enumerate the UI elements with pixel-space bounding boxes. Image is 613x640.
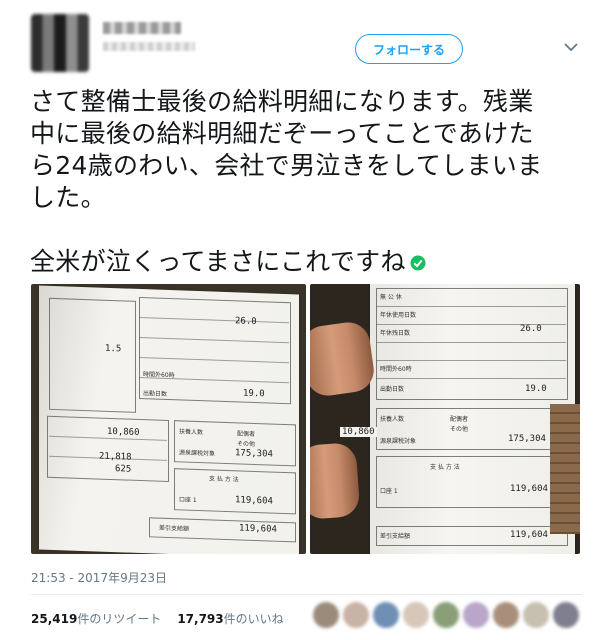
- taxable-amount-value: 175,304: [235, 448, 273, 460]
- workdays-value: 19.0: [525, 384, 547, 394]
- photo-right[interactable]: 無 公 休 年休使用日数 年休残日数 時間外60時 出勤日数 26.0 19.0…: [310, 284, 580, 554]
- sheet-label: 扶養人数: [380, 416, 405, 423]
- sheet-label: 配偶者: [237, 430, 256, 439]
- thumb: [310, 442, 361, 520]
- chevron-down-icon[interactable]: [562, 38, 580, 56]
- deductions-box: [49, 297, 136, 413]
- payslip-sheet: 26.0 1.5 19.0 10,860 21,818 625 175,304 …: [39, 285, 299, 554]
- sheet-label: 出勤日数: [143, 390, 168, 398]
- workdays-value: 19.0: [243, 388, 265, 400]
- insurance-value: 10,860: [340, 427, 377, 437]
- sheet-label: 支 払 方 法: [209, 475, 239, 484]
- sheet-line: [376, 306, 566, 307]
- payment-method-box: [376, 456, 568, 508]
- employment-insurance-value: 625: [115, 464, 132, 475]
- payslip-sheet: 無 公 休 年休使用日数 年休残日数 時間外60時 出勤日数 26.0 19.0…: [370, 284, 575, 554]
- bank-transfer-value: 119,604: [510, 484, 548, 494]
- sheet-line: [376, 360, 566, 361]
- paid-leave-remaining-value: 26.0: [235, 316, 257, 328]
- divider: [31, 594, 582, 595]
- insurance-box: [47, 415, 169, 482]
- sheet-label: その他: [450, 426, 469, 433]
- sheet-label: 口座 1: [380, 488, 398, 495]
- tweet-card: フォローする さて整備士最後の給料明細になります。残業 中に最後の給料明細だぞー…: [0, 0, 613, 640]
- liker-avatar[interactable]: [553, 602, 579, 628]
- user-avatar[interactable]: [31, 14, 89, 72]
- liker-avatar[interactable]: [373, 602, 399, 628]
- sheet-label: 年休使用日数: [380, 312, 417, 319]
- liker-avatar[interactable]: [313, 602, 339, 628]
- sheet-label: 源泉課税対象: [179, 449, 216, 458]
- liker-avatar[interactable]: [343, 602, 369, 628]
- liker-avatar[interactable]: [493, 602, 519, 628]
- sheet-label: 支 払 方 法: [430, 464, 460, 471]
- like-label: 件のいいね: [223, 612, 284, 626]
- sheet-label: 口座 1: [179, 496, 197, 504]
- liker-avatar[interactable]: [463, 602, 489, 628]
- tweet-line: 中に最後の給料明細だぞーってことであけた: [30, 119, 534, 148]
- sheet-label: 源泉課税対象: [380, 438, 417, 445]
- tweet-line-text: 全米が泣くってまさにこれですね: [30, 247, 406, 276]
- pension-value: 21,818: [99, 451, 132, 463]
- sheet-label: 差引支給額: [159, 524, 190, 533]
- net-pay-value: 119,604: [510, 530, 548, 540]
- photo-left[interactable]: 26.0 1.5 19.0 10,860 21,818 625 175,304 …: [31, 284, 306, 554]
- follow-button-label: フォローする: [372, 42, 445, 57]
- retweet-count: 25,419: [31, 612, 78, 626]
- sheet-label: 配偶者: [450, 416, 469, 423]
- follow-button[interactable]: フォローする: [355, 34, 463, 64]
- retweet-count-link[interactable]: 25,419件のリツイート: [31, 610, 161, 627]
- tweet-timestamp[interactable]: 21:53 - 2017年9月23日: [31, 569, 167, 586]
- sheet-label: 時間外60時: [143, 371, 175, 380]
- retweet-label: 件のリツイート: [77, 612, 162, 626]
- tweet-text: さて整備士最後の給料明細になります。残業 中に最後の給料明細だぞーってことであけ…: [30, 86, 590, 279]
- sheet-line: [376, 378, 566, 379]
- check-emoji-icon: [410, 247, 426, 279]
- sheet-label: 扶養人数: [179, 428, 204, 437]
- background-wood: [550, 404, 580, 534]
- sheet-label: 年休残日数: [380, 330, 411, 337]
- finger-top: [310, 319, 377, 399]
- sheet-label: その他: [237, 440, 256, 449]
- overtime-value: 1.5: [105, 343, 122, 355]
- username-redacted[interactable]: [103, 42, 195, 51]
- sheet-label: 出勤日数: [380, 386, 405, 393]
- like-count-link[interactable]: 17,793件のいいね: [177, 610, 283, 627]
- display-name-redacted[interactable]: [103, 22, 181, 34]
- sheet-label: 無 公 休: [380, 294, 402, 301]
- tweet-line: した。: [30, 183, 106, 212]
- bank-transfer-value: 119,604: [235, 495, 273, 507]
- sheet-label: 時間外60時: [380, 366, 412, 373]
- insurance-value: 10,860: [107, 426, 140, 438]
- tweet-line: ら24歳のわい、会社で男泣きをしてしまいま: [30, 151, 543, 180]
- paid-leave-remaining-value: 26.0: [520, 324, 542, 334]
- tweet-line-last: 全米が泣くってまさにこれですね: [30, 246, 590, 279]
- liker-avatar[interactable]: [523, 602, 549, 628]
- net-pay-value: 119,604: [239, 523, 277, 535]
- liker-avatar[interactable]: [433, 602, 459, 628]
- like-count: 17,793: [177, 612, 224, 626]
- engagement-stats: 25,419件のリツイート 17,793件のいいね: [31, 610, 284, 627]
- tweet-line: さて整備士最後の給料明細になります。残業: [30, 87, 534, 116]
- sheet-label: 差引支給額: [380, 533, 411, 540]
- taxable-amount-value: 175,304: [508, 434, 546, 444]
- liker-avatar[interactable]: [403, 602, 429, 628]
- sheet-line: [376, 342, 566, 343]
